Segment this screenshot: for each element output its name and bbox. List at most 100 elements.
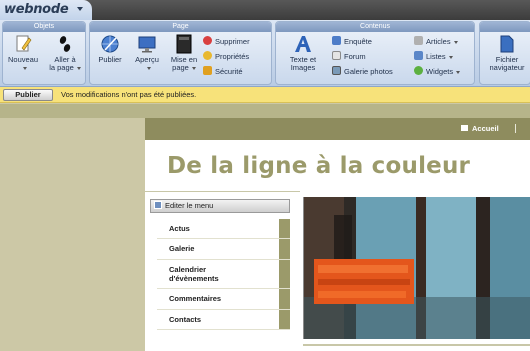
ribbon-toolbar: Objets Nouveau Aller à la page Page Publ…: [0, 20, 530, 87]
supprimer-button[interactable]: Supprimer: [203, 36, 250, 48]
abstract-painting-illustration: [304, 197, 530, 339]
painting-image: [303, 197, 530, 339]
lock-icon: [203, 66, 212, 75]
edit-menu-button[interactable]: Editer le menu: [150, 199, 290, 213]
enquete-button[interactable]: Enquête: [332, 36, 372, 48]
publish-globe-icon: [101, 35, 119, 53]
widgets-button[interactable]: Widgets: [414, 66, 461, 78]
ribbon-group-page: Page Publier Aperçu Mise en page Supprim…: [89, 21, 272, 85]
site-title[interactable]: De la ligne à la couleur: [167, 153, 470, 179]
menu-item-calendrier[interactable]: Calendrier d'évènements: [157, 260, 290, 289]
home-link[interactable]: Accueil: [461, 124, 499, 133]
securite-label: Sécurité: [215, 67, 243, 76]
chevron-down-icon: [456, 70, 461, 74]
home-icon: [461, 125, 468, 131]
texte-et-images-button[interactable]: Texte et Images: [282, 34, 324, 72]
mise-label-line2: page: [172, 63, 189, 72]
proprietes-button[interactable]: Propriétés: [203, 51, 249, 63]
listes-button[interactable]: Listes: [414, 51, 453, 63]
menu-item-actus[interactable]: Actus: [157, 219, 290, 239]
mise-en-page-button[interactable]: Mise en page: [167, 34, 201, 72]
header-separator: [515, 124, 516, 133]
menu-item-bar: [279, 260, 290, 288]
securite-button[interactable]: Sécurité: [203, 66, 243, 78]
site-background-band: [0, 104, 530, 118]
menu-item-bar: [279, 219, 290, 238]
group-title-page: Page: [90, 22, 271, 32]
menu-item-bar: [279, 289, 290, 309]
title-divider: [145, 191, 300, 192]
ribbon-group-fichier: Fichier navigateur: [479, 21, 530, 85]
aller-a-la-page-button[interactable]: Aller à la page: [45, 34, 85, 72]
forum-label: Forum: [344, 52, 366, 61]
home-link-label: Accueil: [472, 124, 499, 133]
widgets-label: Widgets: [426, 67, 454, 76]
articles-icon: [414, 36, 423, 45]
forum-button[interactable]: Forum: [332, 51, 366, 63]
publier-label: Publier: [98, 55, 122, 64]
footprints-icon: [59, 36, 71, 52]
app-menu-button[interactable]: webnode: [0, 0, 92, 20]
menu-item-label: Galerie: [169, 244, 195, 253]
chevron-down-icon: [453, 40, 458, 44]
supprimer-label: Supprimer: [215, 37, 250, 46]
menu-item-label-line2: d'évènements: [169, 274, 219, 283]
monitor-icon: [138, 36, 156, 53]
galerie-photos-button[interactable]: Galerie photos: [332, 66, 393, 78]
poll-icon: [332, 36, 341, 45]
puzzle-icon: [414, 66, 423, 75]
chevron-down-icon: [77, 7, 83, 11]
menu-item-label: Actus: [169, 224, 190, 233]
menu-item-contacts[interactable]: Contacts: [157, 310, 290, 330]
menu-item-label: Calendrier d'évènements: [157, 260, 277, 283]
apercu-button[interactable]: Aperçu: [130, 34, 164, 72]
menu-item-galerie[interactable]: Galerie: [157, 239, 290, 260]
nouveau-button[interactable]: Nouveau: [5, 34, 41, 72]
properties-icon: [203, 51, 212, 60]
site-navigation-menu: Actus Galerie Calendrier d'évènements Com…: [157, 219, 290, 330]
edit-menu-label: Editer le menu: [165, 201, 214, 210]
chevron-down-icon: [191, 66, 196, 70]
group-title-contenus: Contenus: [276, 22, 474, 32]
menu-item-bar: [279, 239, 290, 259]
ribbon-group-contenus: Contenus Texte et Images Enquête Forum G…: [275, 21, 475, 85]
file-browser-icon: [500, 35, 514, 53]
notice-message: Vos modifications n'ont pas été publiées…: [61, 90, 197, 99]
proprietes-label: Propriétés: [215, 52, 250, 61]
articles-button[interactable]: Articles: [414, 36, 458, 48]
texte-label-line2: Images: [290, 63, 316, 72]
chevron-down-icon: [448, 55, 453, 59]
delete-icon: [203, 36, 212, 45]
layout-icon: [176, 34, 192, 54]
content-divider: [303, 344, 530, 346]
menu-item-label: Contacts: [169, 315, 202, 324]
ribbon-group-objets: Objets Nouveau Aller à la page: [2, 21, 86, 85]
photo-gallery-icon: [332, 66, 341, 75]
enquete-label: Enquête: [344, 37, 372, 46]
webnode-logo: webnode: [4, 2, 69, 17]
aller-label-line2: la page: [49, 63, 74, 72]
menu-item-bar: [279, 310, 290, 329]
new-page-icon: [16, 35, 32, 52]
galerie-photos-label: Galerie photos: [344, 67, 393, 76]
edit-menu-icon: [154, 201, 162, 209]
menu-item-label: Commentaires: [169, 294, 222, 303]
listes-label: Listes: [426, 52, 446, 61]
menu-item-label-line1: Calendrier: [169, 265, 207, 274]
chevron-down-icon: [146, 66, 151, 70]
group-title-fichier: [480, 22, 530, 32]
group-title-objets: Objets: [3, 22, 85, 32]
articles-label: Articles: [426, 37, 451, 46]
forum-icon: [332, 51, 341, 60]
menu-item-commentaires[interactable]: Commentaires: [157, 289, 290, 310]
text-a-icon: [295, 36, 311, 52]
apercu-label: Aperçu: [135, 55, 159, 64]
notice-publish-button[interactable]: Publier: [3, 89, 53, 101]
fichier-label-line2: navigateur: [489, 63, 525, 72]
unpublished-notice-bar: Publier Vos modifications n'ont pas été …: [0, 87, 530, 103]
chevron-down-icon: [22, 66, 27, 70]
nouveau-label: Nouveau: [7, 55, 39, 64]
publier-button[interactable]: Publier: [93, 34, 127, 64]
list-icon: [414, 51, 423, 60]
fichier-navigateur-button[interactable]: Fichier navigateur: [482, 34, 530, 72]
